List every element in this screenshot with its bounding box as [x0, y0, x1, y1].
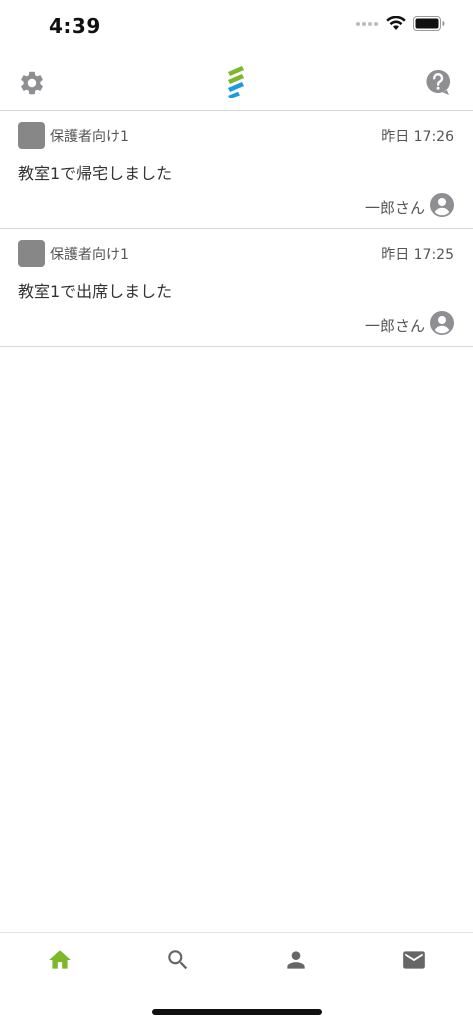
- home-icon: [49, 950, 71, 969]
- notification-message: 教室1で出席しました: [18, 282, 173, 301]
- sender-name: 一郎さん: [364, 199, 425, 217]
- settings-button[interactable]: [18, 69, 46, 97]
- notification-message: 教室1で帰宅しました: [18, 164, 173, 183]
- group-name: 保護者向け1: [50, 129, 129, 145]
- wifi-icon: [386, 16, 406, 30]
- search-icon: [168, 950, 188, 970]
- tab-profile[interactable]: [283, 947, 309, 973]
- help-button[interactable]: [425, 69, 453, 97]
- navigation-bar: [0, 56, 473, 111]
- notification-time: 昨日 17:26: [381, 129, 454, 145]
- sender-name: 一郎さん: [364, 317, 425, 335]
- cellular-signal-icon: [356, 21, 378, 26]
- status-time: 4:39: [49, 14, 101, 38]
- home-indicator[interactable]: [152, 1009, 322, 1015]
- tab-search[interactable]: [165, 947, 191, 973]
- group-thumbnail: [18, 240, 45, 267]
- battery-icon: [413, 16, 445, 31]
- group-thumbnail: [18, 122, 45, 149]
- bottom-tab-bar: [0, 932, 473, 991]
- account-circle-icon: [430, 311, 454, 335]
- mail-icon: [403, 951, 425, 969]
- notification-time: 昨日 17:25: [381, 247, 454, 263]
- app-logo-icon: [228, 66, 244, 98]
- tab-home[interactable]: [47, 947, 73, 973]
- tab-mail[interactable]: [401, 947, 427, 973]
- notification-item[interactable]: 保護者向け1 昨日 17:26 教室1で帰宅しました 一郎さん: [0, 111, 473, 229]
- help-icon: [426, 69, 451, 95]
- person-icon: [287, 951, 305, 969]
- notification-list: 保護者向け1 昨日 17:26 教室1で帰宅しました 一郎さん 保護者向け1 昨…: [0, 111, 473, 347]
- app-screen: 4:39 保護者向け1 昨日 17:26 教室1で帰宅しました 一郎さん 保護者…: [0, 0, 473, 1024]
- account-circle-icon: [430, 193, 454, 217]
- notification-item[interactable]: 保護者向け1 昨日 17:25 教室1で出席しました 一郎さん: [0, 229, 473, 347]
- status-bar: 4:39: [0, 0, 473, 54]
- group-name: 保護者向け1: [50, 247, 129, 263]
- gear-icon: [21, 71, 43, 95]
- status-indicators: [356, 16, 445, 31]
